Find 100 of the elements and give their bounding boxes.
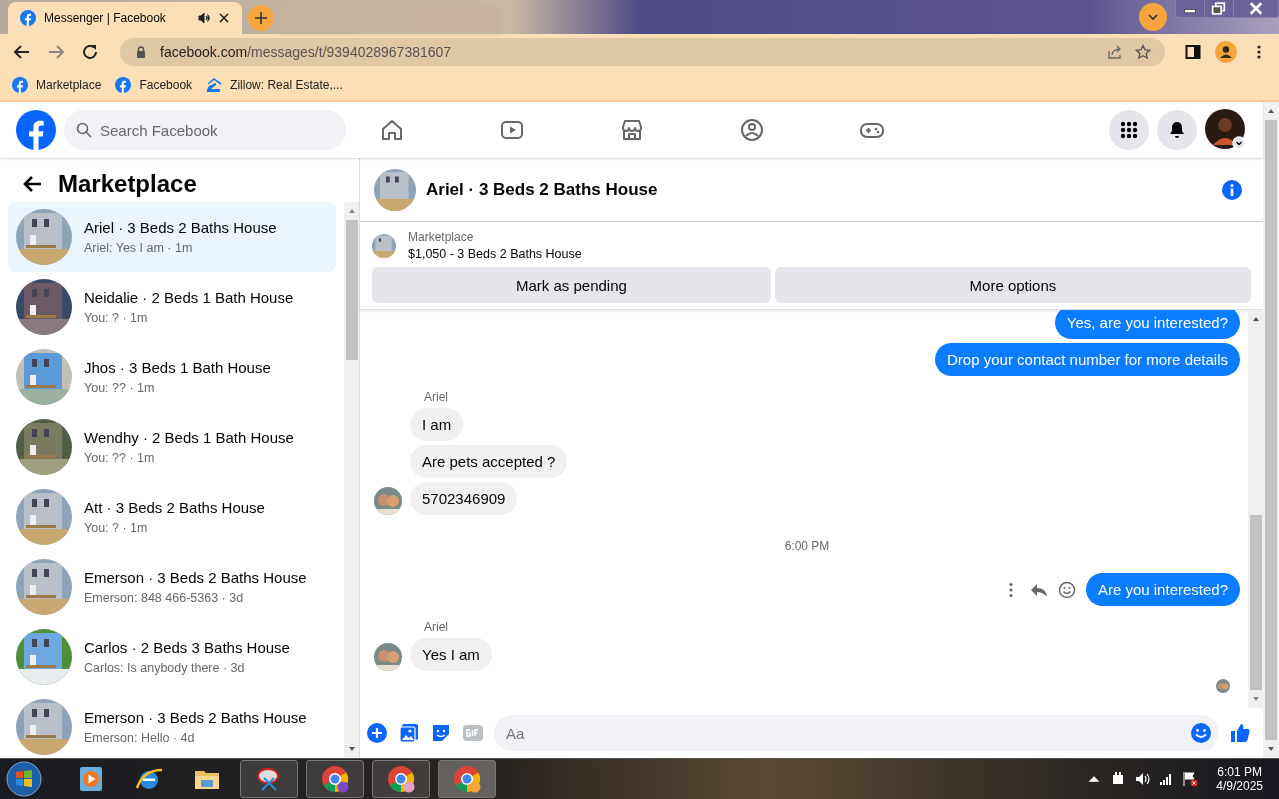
browser-tab[interactable]: Messenger | Facebook	[8, 2, 242, 34]
account-avatar-icon[interactable]	[1205, 109, 1247, 151]
plus-icon	[254, 11, 268, 25]
clock-date[interactable]: 4/9/2025	[1216, 779, 1263, 793]
listing-action-button[interactable]: Mark as pending	[372, 267, 771, 303]
taskbar-app-button[interactable]	[438, 760, 496, 798]
sender-name: Ariel	[424, 390, 449, 404]
thumbs-up-icon[interactable]	[1229, 722, 1251, 744]
incoming-message: 5702346909	[410, 482, 518, 515]
sticker-icon[interactable]	[430, 722, 452, 744]
conversation-preview: Ariel: Yes I am · 1m	[84, 241, 194, 255]
conversation-item[interactable]: Emerson · 3 Beds 2 Baths House Emerson: 848 466-5363 · 3d	[8, 552, 336, 622]
scrollbar-thumb[interactable]	[1265, 120, 1277, 740]
conversation-title: Ariel · 3 Beds 2 Baths House	[84, 219, 277, 236]
conversation-preview: You: ?? · 1m	[84, 451, 156, 465]
incoming-message: Are pets accepted ?	[410, 445, 568, 478]
scrollbar-thumb[interactable]	[1249, 515, 1262, 690]
scroll-down-icon[interactable]	[347, 745, 356, 753]
volume-icon[interactable]	[1134, 771, 1151, 787]
side-panel-icon[interactable]	[1185, 44, 1201, 60]
facebook-logo-icon	[20, 10, 36, 26]
conversation-item[interactable]: Wendhy · 2 Beds 1 Bath House You: ?? · 1m	[8, 412, 336, 482]
emoji-icon[interactable]	[1190, 722, 1212, 744]
photo-icon[interactable]	[398, 722, 420, 744]
scrollbar[interactable]	[1263, 102, 1279, 758]
chevron-down-icon	[1147, 11, 1159, 23]
bookmark[interactable]: Marketplace	[12, 77, 102, 93]
lock-icon	[134, 45, 148, 59]
conversation-item[interactable]: Ariel · 3 Beds 2 Baths House Ariel: Yes I am · 1m	[8, 202, 336, 272]
outgoing-message: Drop your contact number for more details	[935, 343, 1240, 376]
scroll-up-icon[interactable]	[1267, 107, 1275, 115]
bookmark[interactable]: Zillow: Real Estate,...	[206, 77, 343, 93]
sidebar-title: Marketplace	[58, 170, 197, 198]
listing-action-button[interactable]: More options	[774, 267, 1251, 303]
video-icon[interactable]	[500, 118, 524, 142]
scrollbar[interactable]	[344, 202, 359, 758]
listing-title: $1,050 - 3 Beds 2 Baths House	[408, 247, 582, 261]
chat-title: Ariel · 3 Beds 2 Baths House	[426, 179, 658, 200]
conversation-preview: Carlos: Is anybody there · 3d	[84, 661, 246, 675]
conversation-item[interactable]: Jhos · 3 Beds 1 Bath House You: ?? · 1m	[8, 342, 336, 412]
share-icon[interactable]	[1107, 44, 1123, 60]
scroll-down-icon[interactable]	[1267, 745, 1275, 753]
home-icon[interactable]	[380, 118, 404, 142]
info-icon[interactable]	[1221, 178, 1243, 201]
emoji-icon[interactable]	[1057, 580, 1076, 599]
incoming-message: I am	[410, 408, 464, 441]
address-bar[interactable]: facebook.com/messages/t/9394028967381607	[120, 38, 1165, 66]
conversation-title: Wendhy · 2 Beds 1 Bath House	[84, 429, 294, 446]
conversation-item[interactable]: Emerson · 3 Beds 2 Baths House Emerson: Hello · 4d	[8, 692, 336, 758]
chrome-icon	[320, 764, 350, 794]
chrome-icon	[452, 764, 482, 794]
speaker-icon[interactable]	[198, 12, 210, 24]
profile-icon[interactable]	[1215, 41, 1237, 63]
scrollbar[interactable]	[1248, 310, 1263, 708]
facebook-logo-icon[interactable]	[16, 110, 56, 150]
star-icon[interactable]	[1135, 44, 1151, 60]
outgoing-message: Yes, are you interested?	[1054, 310, 1240, 339]
conversation-title: Emerson · 3 Beds 2 Baths House	[84, 709, 307, 726]
taskbar-app-button[interactable]	[306, 760, 364, 798]
search-icon	[76, 122, 92, 138]
scroll-up-icon[interactable]	[1251, 315, 1260, 323]
seen-avatar-icon	[1216, 679, 1230, 693]
tab-search-button[interactable]	[1139, 3, 1167, 31]
new-tab-button[interactable]	[248, 5, 274, 31]
incoming-message: Yes I am	[410, 638, 492, 671]
close-icon[interactable]	[218, 12, 230, 24]
conversation-preview: You: ? · 1m	[84, 311, 149, 325]
conversation-preview: You: ?? · 1m	[84, 381, 156, 395]
conversation-title: Att · 3 Beds 2 Baths House	[84, 499, 265, 516]
conversation-title: Emerson · 3 Beds 2 Baths House	[84, 569, 307, 586]
outgoing-message: Are you interested?	[1085, 573, 1240, 606]
menu-button[interactable]	[1109, 110, 1149, 150]
conversation-preview: Emerson: 848 466-5363 · 3d	[84, 591, 245, 605]
start-button-icon[interactable]	[6, 761, 42, 797]
plus-icon[interactable]	[366, 722, 388, 744]
conversation-preview: Emerson: Hello · 4d	[84, 731, 196, 745]
conversation-item[interactable]: Carlos · 2 Beds 3 Baths House Carlos: Is anybody there · 3d	[8, 622, 336, 692]
reload-icon[interactable]	[80, 42, 100, 62]
conversation-title: Neidalie · 2 Beds 1 Bath House	[84, 289, 294, 306]
house-logo-icon	[206, 77, 223, 93]
scroll-up-icon[interactable]	[347, 207, 356, 215]
people-group-icon[interactable]	[740, 118, 764, 142]
search-field[interactable]: Search Facebook	[64, 110, 346, 150]
apps-grid-icon	[1119, 120, 1139, 140]
clock-time[interactable]: 6:01 PM	[1217, 765, 1262, 779]
store-icon[interactable]	[620, 118, 644, 142]
conversation-item[interactable]: Att · 3 Beds 2 Baths House You: ? · 1m	[8, 482, 336, 552]
listing-label: Marketplace	[408, 230, 475, 244]
flag-error-icon[interactable]	[1182, 771, 1199, 787]
conversation-item[interactable]: Neidalie · 2 Beds 1 Bath House You: ? · 1m	[8, 272, 336, 342]
bookmark[interactable]: Facebook	[115, 77, 193, 93]
timestamp: 6:00 PM	[784, 539, 830, 553]
taskbar-app-button[interactable]	[372, 760, 430, 798]
scroll-down-icon[interactable]	[1251, 695, 1260, 703]
notifications-button[interactable]	[1157, 110, 1197, 150]
taskbar-app-button[interactable]	[240, 760, 298, 798]
message-field[interactable]: Aa	[494, 715, 1219, 751]
chrome-icon	[386, 764, 416, 794]
tab-title: Messenger | Facebook	[44, 11, 167, 25]
scrollbar-thumb[interactable]	[345, 220, 358, 360]
